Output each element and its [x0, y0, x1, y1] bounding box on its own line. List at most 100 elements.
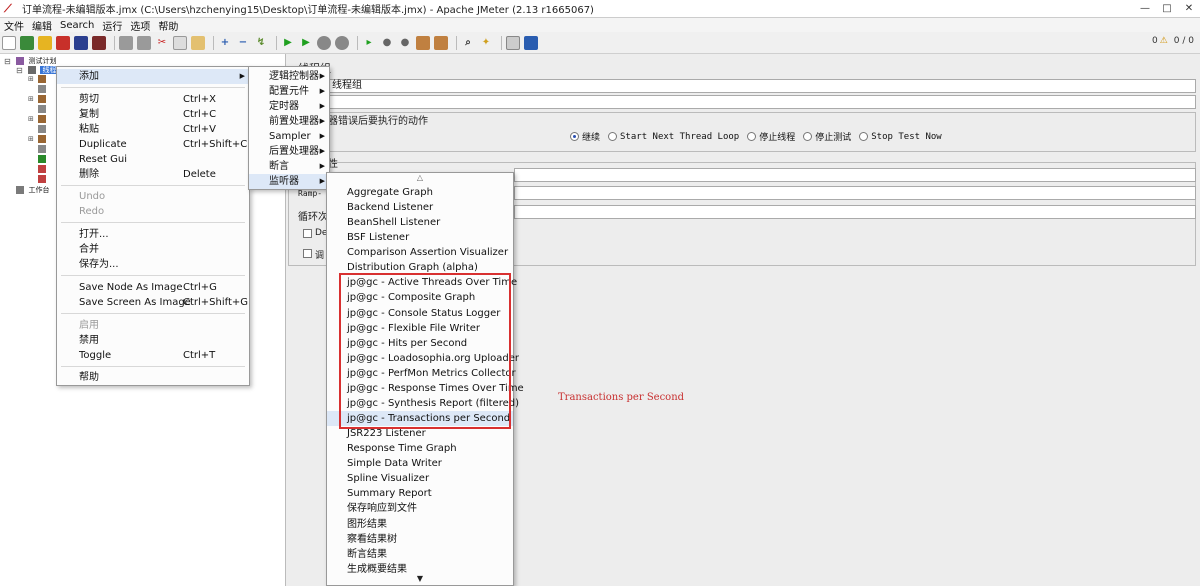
reset-search-icon[interactable]: ✦ — [479, 36, 493, 50]
menu-options[interactable]: 选项 — [126, 18, 154, 33]
menu-item-duplicate[interactable]: Duplicate Ctrl+Shift+C — [57, 137, 249, 152]
collapse-icon[interactable]: − — [236, 36, 250, 50]
tree-child[interactable] — [28, 165, 48, 173]
listener-item[interactable]: Backend Listener — [327, 200, 513, 215]
menu-item-add[interactable]: 添加 ▶ — [57, 69, 249, 84]
radio-stop-thread[interactable] — [747, 132, 757, 141]
listener-item[interactable]: Summary Report — [327, 486, 513, 501]
tree-child[interactable]: ⊞ — [28, 115, 48, 123]
radio-start-next-loop[interactable] — [608, 132, 618, 141]
expand-toggle-icon[interactable]: ⊞ — [28, 95, 36, 103]
menu-item-disable[interactable]: 禁用 — [57, 333, 249, 348]
redo-icon[interactable] — [137, 35, 151, 50]
remote-stop-icon[interactable]: ● — [380, 36, 394, 50]
copy-icon[interactable] — [173, 35, 187, 50]
menu-item-delete[interactable]: 删除 Delete — [57, 167, 249, 182]
menu-item-paste[interactable]: 粘贴 Ctrl+V — [57, 122, 249, 137]
expand-toggle-icon[interactable]: ⊞ — [28, 75, 36, 83]
open-icon[interactable] — [38, 35, 52, 50]
tree-child[interactable] — [28, 155, 48, 163]
scroll-up-arrow-icon[interactable]: △ — [327, 173, 513, 185]
remote-start-icon[interactable]: ▸ — [362, 36, 376, 50]
listener-item[interactable]: 察看结果树 — [327, 532, 513, 547]
clear-icon[interactable] — [416, 35, 430, 50]
start-icon[interactable]: ▶ — [281, 36, 295, 50]
expand-toggle-icon[interactable]: ⊞ — [28, 135, 36, 143]
new-icon[interactable] — [2, 35, 16, 50]
submenu-assertion[interactable]: 断言 ▶ — [249, 159, 329, 174]
submenu-sampler[interactable]: Sampler ▶ — [249, 129, 329, 144]
menu-item-toggle[interactable]: Toggle Ctrl+T — [57, 348, 249, 363]
menu-item-save-screen-image[interactable]: Save Screen As Image Ctrl+Shift+G — [57, 295, 249, 310]
menu-item-save-node-image[interactable]: Save Node As Image Ctrl+G — [57, 280, 249, 295]
submenu-logic-controller[interactable]: 逻辑控制器 ▶ — [249, 69, 329, 84]
tree-child[interactable] — [28, 105, 48, 113]
save-icon[interactable] — [74, 35, 88, 50]
menu-item-help[interactable]: 帮助 — [57, 370, 249, 385]
toggle-icon[interactable]: ↯ — [254, 36, 268, 50]
menu-item-reset-gui[interactable]: Reset Gui — [57, 152, 249, 167]
shutdown-icon[interactable] — [335, 35, 349, 50]
listener-item[interactable]: Comparison Assertion Visualizer — [327, 245, 513, 260]
close-button[interactable]: ✕ — [1178, 0, 1200, 18]
menu-item-redo[interactable]: Redo — [57, 204, 249, 219]
listener-item[interactable]: BeanShell Listener — [327, 215, 513, 230]
remote-shutdown-icon[interactable]: ● — [398, 36, 412, 50]
tree-child[interactable] — [28, 145, 48, 153]
radio-stop-test-now[interactable] — [859, 132, 869, 141]
menu-edit[interactable]: 编辑 — [28, 18, 56, 33]
clear-all-icon[interactable] — [434, 35, 448, 50]
tree-child[interactable]: ⊞ — [28, 95, 48, 103]
listener-item[interactable]: Response Time Graph — [327, 441, 513, 456]
radio-stop-test[interactable] — [803, 132, 813, 141]
listener-item[interactable]: Spline Visualizer — [327, 471, 513, 486]
submenu-listener[interactable]: 监听器 ▶ — [249, 174, 329, 189]
threads-field[interactable] — [514, 168, 1196, 182]
templates-icon[interactable] — [20, 35, 34, 50]
ramp-up-field[interactable] — [514, 186, 1196, 200]
tree-child[interactable] — [28, 175, 48, 183]
submenu-config-element[interactable]: 配置元件 ▶ — [249, 84, 329, 99]
comments-field[interactable] — [328, 95, 1196, 109]
submenu-pre-processor[interactable]: 前置处理器 ▶ — [249, 114, 329, 129]
minimize-button[interactable]: — — [1134, 0, 1156, 18]
menu-item-cut[interactable]: 剪切 Ctrl+X — [57, 92, 249, 107]
help-icon[interactable] — [524, 35, 538, 50]
menu-item-save-as[interactable]: 保存为... — [57, 257, 249, 272]
scheduler-checkbox[interactable] — [303, 249, 312, 258]
listener-item[interactable]: BSF Listener — [327, 230, 513, 245]
submenu-post-processor[interactable]: 后置处理器 ▶ — [249, 144, 329, 159]
delay-thread-checkbox[interactable] — [303, 229, 312, 238]
start-no-pauses-icon[interactable]: ▶ — [299, 36, 313, 50]
function-helper-icon[interactable] — [506, 35, 520, 50]
listener-item[interactable]: Aggregate Graph — [327, 185, 513, 200]
save-image-icon[interactable] — [92, 35, 106, 50]
undo-icon[interactable] — [119, 35, 133, 50]
tree-child[interactable]: ⊞ — [28, 75, 48, 83]
expand-toggle-icon[interactable]: ⊟ — [4, 57, 12, 66]
menu-item-enable[interactable]: 启用 — [57, 318, 249, 333]
listener-item[interactable]: 图形结果 — [327, 517, 513, 532]
expand-toggle-icon[interactable]: ⊟ — [16, 66, 24, 75]
tree-child[interactable] — [28, 125, 48, 133]
tree-child[interactable] — [28, 85, 48, 93]
scroll-down-arrow-icon[interactable]: ▼ — [327, 574, 513, 586]
radio-continue[interactable] — [570, 132, 579, 141]
stop-icon[interactable] — [317, 35, 331, 50]
search-icon[interactable]: ⌕ — [461, 36, 475, 50]
menu-help[interactable]: 帮助 — [154, 18, 182, 33]
menu-item-copy[interactable]: 复制 Ctrl+C — [57, 107, 249, 122]
tree-child[interactable]: ⊞ — [28, 135, 48, 143]
name-field[interactable]: 线程组 — [328, 79, 1196, 93]
tree-node-workbench[interactable]: 工作台 — [4, 185, 49, 195]
menu-search[interactable]: Search — [56, 20, 98, 31]
menu-file[interactable]: 文件 — [0, 18, 28, 33]
expand-toggle-icon[interactable]: ⊞ — [28, 115, 36, 123]
menu-run[interactable]: 运行 — [98, 18, 126, 33]
listener-item[interactable]: 保存响应到文件 — [327, 501, 513, 516]
listener-item[interactable]: Simple Data Writer — [327, 456, 513, 471]
menu-item-open[interactable]: 打开... — [57, 227, 249, 242]
maximize-button[interactable]: □ — [1156, 0, 1178, 18]
expand-icon[interactable]: + — [218, 36, 232, 50]
warning-icon[interactable]: ⚠ — [1160, 36, 1168, 46]
